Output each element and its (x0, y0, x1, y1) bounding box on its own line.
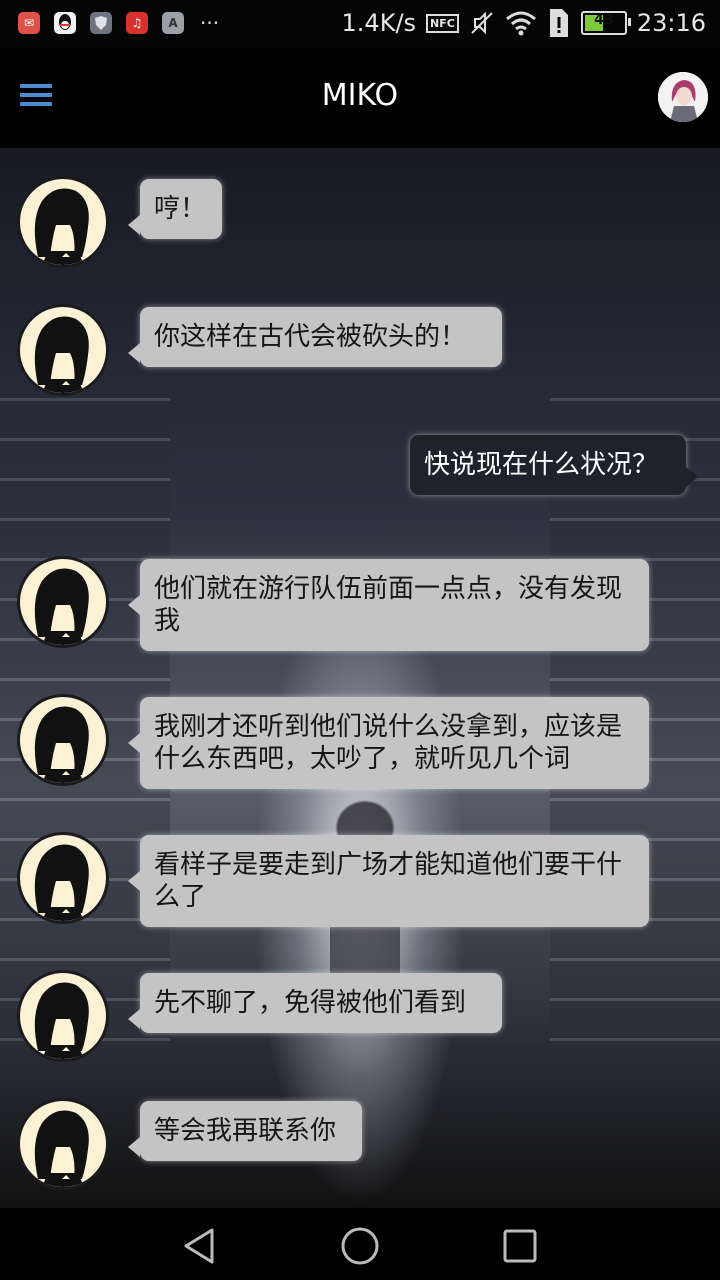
recents-square-icon (503, 1229, 537, 1263)
nfc-icon: NFC (426, 13, 459, 33)
home-circle-icon (341, 1227, 379, 1265)
message-bubble[interactable]: 哼！ (128, 179, 222, 239)
miko-avatar[interactable] (17, 176, 109, 268)
message-bubble[interactable]: 我刚才还听到他们说什么没拿到，应该是什么东西吧，太吵了，就听见几个词 (128, 697, 649, 789)
app-bar: MIKO (0, 48, 720, 148)
back-button[interactable] (178, 1224, 222, 1268)
status-bar: ✉ ♫ A ··· 1.4K/s NFC 43 23:16 (0, 0, 720, 48)
back-triangle-icon (184, 1228, 214, 1264)
profile-avatar[interactable] (658, 72, 708, 122)
recents-button[interactable] (498, 1224, 542, 1268)
message-bubble[interactable]: 他们就在游行队伍前面一点点，没有发现我 (128, 559, 649, 651)
miko-avatar[interactable] (17, 694, 109, 786)
home-button[interactable] (338, 1224, 382, 1268)
sim-alert-icon (549, 9, 568, 37)
music-app-icon: ♫ (126, 12, 148, 34)
miko-avatar[interactable] (17, 556, 109, 648)
message-bubble[interactable]: 看样子是要走到广场才能知道他们要干什么了 (128, 835, 649, 927)
message-bubble[interactable]: 先不聊了，免得被他们看到 (128, 973, 502, 1033)
miko-avatar[interactable] (17, 1098, 109, 1190)
wifi-icon (505, 11, 536, 36)
miko-avatar[interactable] (17, 304, 109, 396)
message-bubble[interactable]: 等会我再联系你 (128, 1101, 362, 1161)
message-bubble[interactable]: 你这样在古代会被砍头的！ (128, 307, 502, 367)
miko-avatar[interactable] (17, 832, 109, 924)
battery-level: 43 (594, 12, 614, 28)
qq-app-icon (54, 12, 76, 34)
system-indicators: 1.4K/s NFC 43 23:16 (342, 8, 706, 38)
battery-icon: 43 (580, 11, 631, 35)
message-bubble-outgoing[interactable]: 快说现在什么状况？ (410, 435, 698, 495)
navigation-bar (0, 1208, 720, 1280)
chat-title: MIKO (321, 78, 399, 113)
silent-mode-icon (471, 11, 493, 35)
notification-icons: ✉ ♫ A ··· (18, 12, 219, 34)
shield-app-icon (90, 12, 112, 34)
clock: 23:16 (636, 9, 706, 37)
chat-area[interactable]: 哼！ 你这样在古代会被砍头的！ 快说现在什么状况？ 他们就在游行队伍前面一点点，… (0, 148, 720, 1208)
mail-app-icon: ✉ (18, 12, 40, 34)
a-app-icon: A (162, 12, 184, 34)
more-notifications-icon: ··· (200, 11, 220, 35)
network-speed: 1.4K/s (341, 9, 417, 37)
miko-avatar[interactable] (17, 970, 109, 1062)
